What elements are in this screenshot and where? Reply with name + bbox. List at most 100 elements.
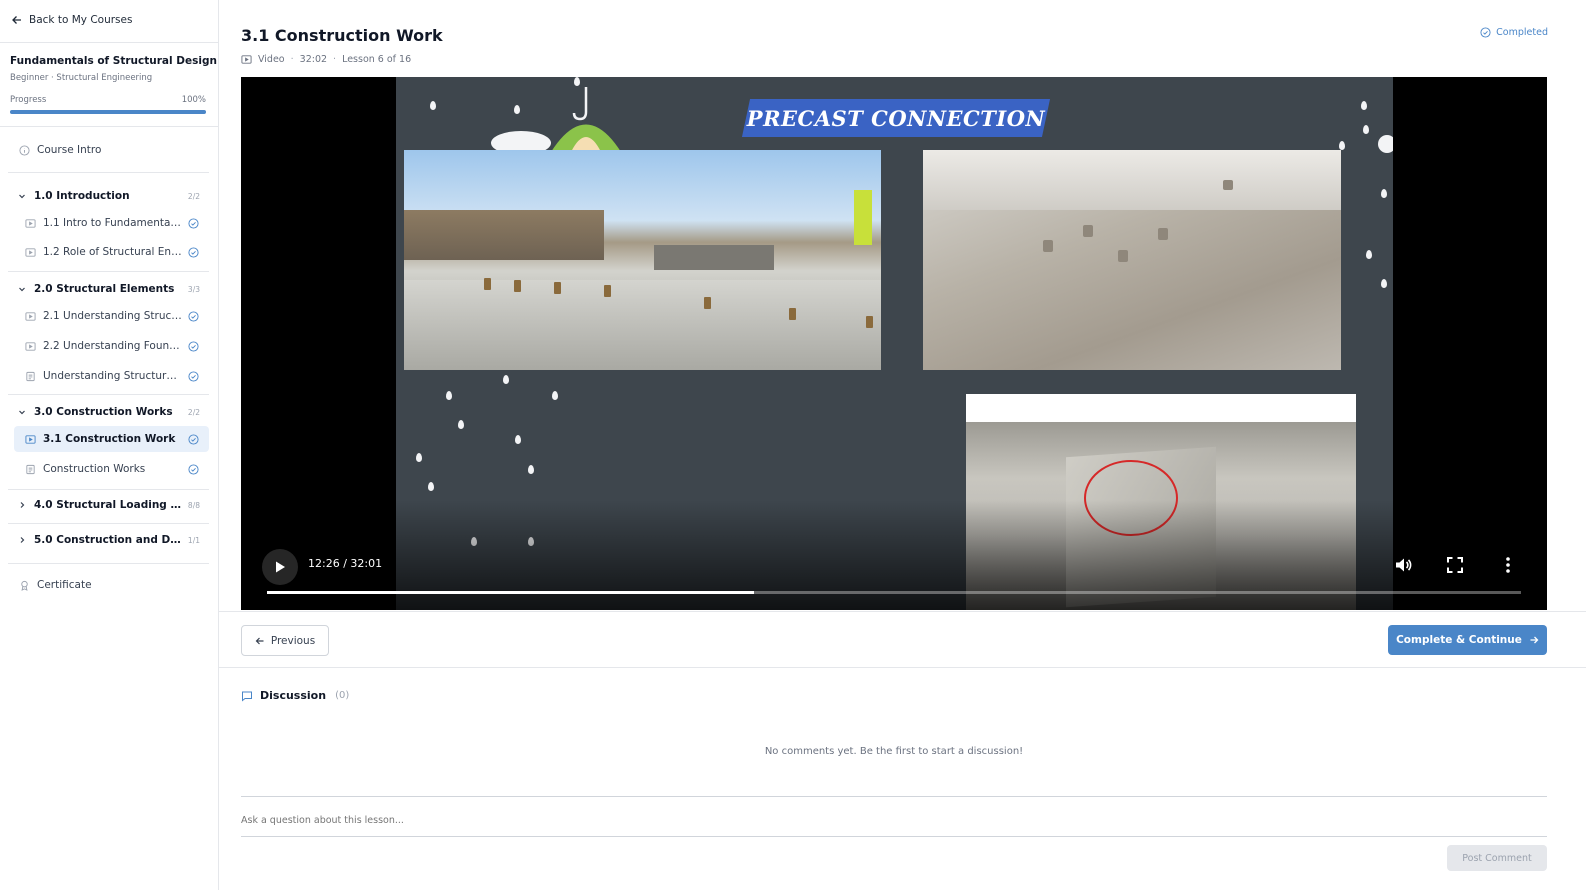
divider	[8, 563, 209, 564]
post-comment-button[interactable]: Post Comment	[1447, 845, 1547, 871]
video-icon	[25, 311, 36, 322]
lesson-label: 2.2 Understanding Foundations	[43, 340, 182, 352]
divider	[0, 42, 218, 43]
lesson-label: 2.1 Understanding Structural Elements	[43, 310, 182, 322]
check-circle-icon	[188, 340, 199, 352]
check-circle-icon	[188, 433, 199, 445]
check-circle-icon	[188, 370, 199, 382]
complete-continue-button[interactable]: Complete & Continue	[1388, 625, 1547, 655]
umbrella-graphic	[491, 87, 621, 152]
video-scrubber[interactable]	[267, 591, 1521, 594]
lesson-item[interactable]: 1.2 Role of Structural Engineers	[14, 239, 209, 265]
section-4-header[interactable]: 4.0 Structural Loading and Analysis 8/8	[18, 498, 200, 512]
chevron-down-icon	[18, 408, 26, 416]
video-player[interactable]: PRECAST CONNECTION 12:26 / 32:01	[241, 77, 1547, 610]
status-label: Completed	[1496, 27, 1548, 38]
course-subtitle: Beginner · Structural Engineering	[10, 73, 153, 83]
section-3-header[interactable]: 3.0 Construction Works 2/2	[18, 405, 200, 419]
video-scrubber-fill	[267, 591, 754, 594]
previous-button[interactable]: Previous	[241, 625, 329, 656]
check-circle-icon	[1480, 27, 1491, 38]
discussion-header: Discussion (0)	[241, 689, 349, 702]
volume-button[interactable]	[1391, 553, 1415, 577]
back-label: Back to My Courses	[29, 14, 133, 26]
lesson-item[interactable]: 2.2 Understanding Foundations	[14, 333, 209, 359]
chevron-right-icon	[18, 536, 26, 544]
check-circle-icon	[188, 246, 199, 258]
separator-dot: ·	[290, 54, 294, 65]
divider	[8, 489, 209, 490]
lesson-label: Understanding Structural Elements	[43, 370, 182, 382]
divider	[8, 394, 209, 395]
lesson-type: Video	[258, 54, 285, 65]
award-icon	[19, 580, 30, 591]
separator-dot: ·	[333, 54, 337, 65]
arrow-left-icon	[255, 636, 265, 646]
certificate-label: Certificate	[37, 579, 92, 591]
section-label: 5.0 Construction and Design	[34, 534, 184, 546]
video-icon	[25, 218, 36, 229]
play-button[interactable]	[262, 549, 298, 585]
previous-label: Previous	[270, 634, 316, 647]
progress-bar	[10, 110, 206, 114]
construction-site-photo	[404, 150, 881, 370]
info-icon	[19, 144, 30, 156]
more-vertical-icon	[1506, 557, 1510, 573]
fullscreen-button[interactable]	[1443, 553, 1467, 577]
certificate-link[interactable]: Certificate	[19, 578, 92, 592]
divider	[0, 126, 218, 127]
chevron-down-icon	[18, 192, 26, 200]
check-circle-icon	[188, 463, 199, 475]
divider	[219, 667, 1586, 668]
lesson-meta: Video · 32:02 · Lesson 6 of 16	[241, 54, 411, 65]
course-intro-link[interactable]: Course Intro	[19, 143, 101, 157]
message-square-icon	[241, 690, 253, 702]
video-time: 12:26 / 32:01	[308, 557, 383, 570]
progress-label: Progress	[10, 95, 47, 105]
lesson-item-active[interactable]: 3.1 Construction Work	[14, 426, 209, 452]
play-icon	[276, 561, 285, 573]
lesson-main: 3.1 Construction Work Video · 32:02 · Le…	[219, 0, 1586, 890]
section-count: 3/3	[187, 284, 200, 294]
next-label: Complete & Continue	[1396, 634, 1522, 646]
comment-input[interactable]	[241, 796, 1547, 837]
section-label: 2.0 Structural Elements	[34, 283, 175, 295]
volume-icon	[1396, 558, 1412, 572]
section-count: 8/8	[187, 500, 200, 510]
chevron-right-icon	[18, 501, 26, 509]
lesson-label: 3.1 Construction Work	[43, 433, 176, 445]
lesson-item[interactable]: 1.1 Intro to Fundamentals of Structural …	[14, 210, 209, 236]
document-icon	[25, 464, 36, 475]
fullscreen-icon	[1447, 557, 1463, 573]
arrow-right-icon	[1529, 635, 1539, 645]
course-sidebar: Back to My Courses Fundamentals of Struc…	[0, 0, 219, 890]
back-to-courses-link[interactable]: Back to My Courses	[11, 12, 132, 28]
lesson-label: 1.2 Role of Structural Engineers	[43, 246, 182, 258]
video-icon	[25, 341, 36, 352]
more-options-button[interactable]	[1496, 553, 1520, 577]
progress-percent: 100%	[181, 95, 206, 105]
section-5-header[interactable]: 5.0 Construction and Design 1/1	[18, 533, 200, 547]
chevron-down-icon	[18, 285, 26, 293]
lesson-duration: 32:02	[299, 54, 328, 65]
lesson-item[interactable]: Understanding Structural Elements	[14, 363, 209, 389]
section-2-header[interactable]: 2.0 Structural Elements 3/3	[18, 282, 200, 296]
check-circle-icon	[188, 217, 199, 229]
section-1-header[interactable]: 1.0 Introduction 2/2	[18, 189, 200, 203]
divider	[8, 523, 209, 524]
section-label: 1.0 Introduction	[34, 190, 130, 202]
section-label: 4.0 Structural Loading and Analysis	[34, 499, 184, 511]
lesson-item[interactable]: 2.1 Understanding Structural Elements	[14, 303, 209, 329]
lesson-label: 1.1 Intro to Fundamentals of Structural …	[43, 217, 182, 229]
video-icon	[25, 247, 36, 258]
course-title: Fundamentals of Structural Design	[10, 55, 217, 67]
divider	[8, 271, 209, 272]
lesson-label: Construction Works	[43, 463, 146, 475]
course-intro-label: Course Intro	[37, 144, 102, 156]
lesson-item[interactable]: Construction Works	[14, 456, 209, 482]
section-count: 2/2	[187, 407, 200, 417]
discussion-title: Discussion	[260, 689, 327, 702]
divider	[8, 172, 209, 173]
divider	[219, 611, 1586, 612]
lesson-title: 3.1 Construction Work	[241, 26, 443, 45]
